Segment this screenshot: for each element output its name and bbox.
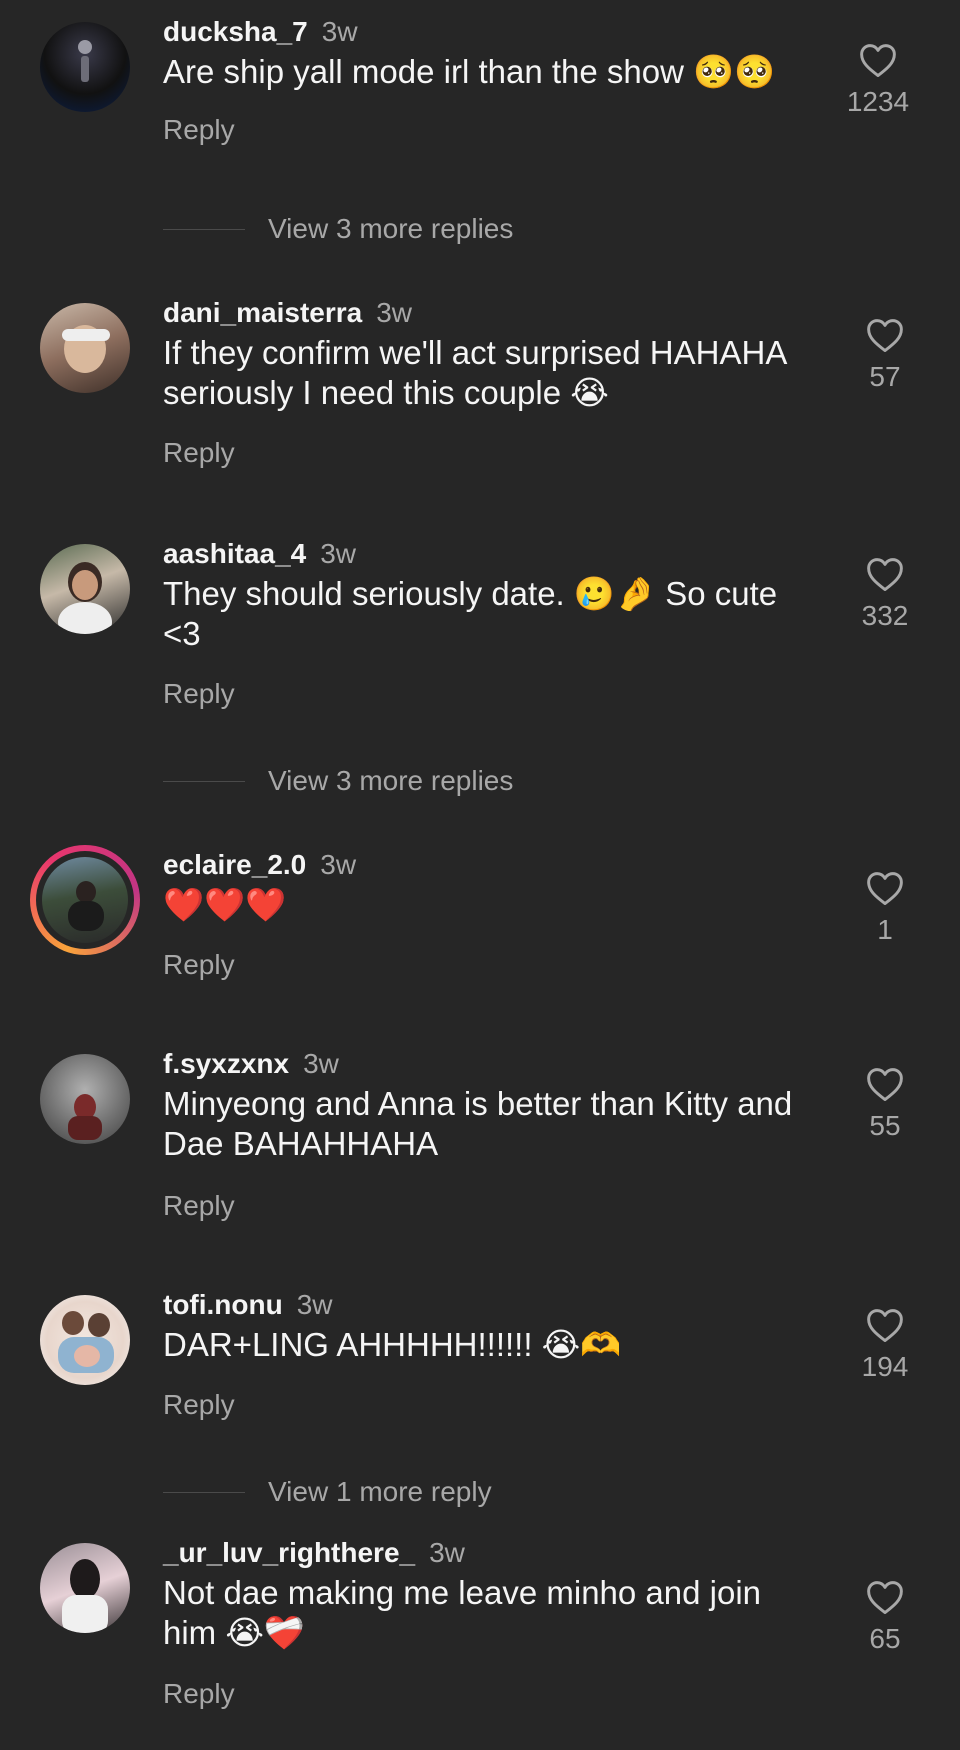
comment-time: 3w bbox=[320, 849, 357, 880]
comment-header: dani_maisterra 3w bbox=[163, 293, 412, 333]
username[interactable]: ducksha_7 bbox=[163, 16, 308, 47]
comment-item: ducksha_7 3w Are ship yall mode irl than … bbox=[0, 16, 960, 182]
avatar[interactable] bbox=[40, 303, 130, 393]
view-replies-button[interactable]: View 1 more reply bbox=[163, 1472, 763, 1512]
comment-time: 3w bbox=[303, 1048, 339, 1079]
like-count: 55 bbox=[869, 1110, 901, 1141]
comment-text: They should seriously date. 🥲🤌 So cute <… bbox=[163, 575, 778, 652]
reply-button[interactable]: Reply bbox=[163, 1186, 235, 1226]
like-count: 57 bbox=[869, 361, 901, 392]
reply-button[interactable]: Reply bbox=[163, 945, 235, 985]
reply-button[interactable]: Reply bbox=[163, 110, 235, 150]
heart-outline-icon[interactable] bbox=[865, 556, 905, 592]
username[interactable]: dani_maisterra bbox=[163, 297, 362, 328]
heart-outline-icon[interactable] bbox=[865, 870, 905, 906]
divider bbox=[163, 229, 245, 230]
reply-button[interactable]: Reply bbox=[163, 433, 235, 473]
avatar[interactable] bbox=[40, 544, 130, 634]
like-count: 65 bbox=[869, 1623, 901, 1654]
username[interactable]: eclaire_2.0 bbox=[163, 849, 306, 880]
reply-button[interactable]: Reply bbox=[163, 674, 235, 714]
comment-header: tofi.nonu 3w bbox=[163, 1285, 333, 1325]
divider bbox=[163, 781, 245, 782]
comment-text: Not dae making me leave minho and join h… bbox=[163, 1574, 762, 1651]
comment-header: ducksha_7 3w bbox=[163, 12, 358, 52]
avatar[interactable] bbox=[40, 1054, 130, 1144]
comment-text: If they confirm we'll act surprised HAHA… bbox=[163, 334, 786, 411]
comment-text: Minyeong and Anna is better than Kitty a… bbox=[163, 1085, 793, 1162]
like-control[interactable]: 194 bbox=[835, 1307, 935, 1387]
like-count: 332 bbox=[861, 600, 909, 631]
comment-text: ❤️❤️❤️ bbox=[163, 886, 287, 923]
comment-time: 3w bbox=[429, 1537, 465, 1568]
like-control[interactable]: 1234 bbox=[828, 42, 928, 122]
comment-text: DAR+LING AHHHHH!!!!!! 😭🫶 bbox=[163, 1326, 622, 1363]
view-replies-label[interactable]: View 1 more reply bbox=[268, 1472, 492, 1512]
view-replies-button[interactable]: View 3 more replies bbox=[163, 761, 763, 801]
comment-time: 3w bbox=[376, 297, 413, 328]
comment-item: tofi.nonu 3w DAR+LING AHHHHH!!!!!! 😭🫶 Rep… bbox=[0, 1289, 960, 1435]
heart-outline-icon[interactable] bbox=[865, 1579, 905, 1615]
avatar-image bbox=[42, 857, 128, 943]
comment-time: 3w bbox=[320, 538, 357, 569]
heart-outline-icon[interactable] bbox=[865, 1307, 905, 1343]
view-replies-button[interactable]: View 3 more replies bbox=[163, 209, 763, 249]
comment-item: aashitaa_4 3w They should seriously date.… bbox=[0, 538, 960, 724]
like-control[interactable]: 55 bbox=[835, 1066, 935, 1146]
comment-item: _ur_luv_righthere_ 3w Not dae making me l… bbox=[0, 1537, 960, 1743]
like-count: 1234 bbox=[846, 86, 910, 117]
avatar[interactable] bbox=[30, 845, 140, 955]
comment-header: f.syxzxnx 3w bbox=[163, 1044, 339, 1084]
comment-item: dani_maisterra 3w If they confirm we'll a… bbox=[0, 297, 960, 483]
like-control[interactable]: 1 bbox=[835, 870, 935, 950]
avatar[interactable] bbox=[40, 22, 130, 112]
username[interactable]: aashitaa_4 bbox=[163, 538, 306, 569]
like-control[interactable]: 65 bbox=[835, 1579, 935, 1659]
username[interactable]: f.syxzxnx bbox=[163, 1048, 289, 1079]
heart-outline-icon[interactable] bbox=[865, 1066, 905, 1102]
comment-time: 3w bbox=[321, 16, 358, 47]
username[interactable]: _ur_luv_righthere_ bbox=[163, 1537, 415, 1568]
like-control[interactable]: 332 bbox=[835, 556, 935, 636]
comment-header: aashitaa_4 3w bbox=[163, 534, 356, 574]
comment-text: Are ship yall mode irl than the show 🥺🥺 bbox=[163, 53, 776, 90]
comment-header: eclaire_2.0 3w bbox=[163, 845, 356, 885]
like-control[interactable]: 57 bbox=[835, 317, 935, 397]
view-replies-label[interactable]: View 3 more replies bbox=[268, 209, 513, 249]
comment-item: f.syxzxnx 3w Minyeong and Anna is better … bbox=[0, 1048, 960, 1234]
username[interactable]: tofi.nonu bbox=[163, 1289, 283, 1320]
avatar[interactable] bbox=[40, 1295, 130, 1385]
reply-button[interactable]: Reply bbox=[163, 1674, 235, 1714]
heart-outline-icon[interactable] bbox=[865, 317, 905, 353]
comment-header: _ur_luv_righthere_ 3w bbox=[163, 1533, 465, 1573]
avatar[interactable] bbox=[40, 1543, 130, 1633]
divider bbox=[163, 1492, 245, 1493]
heart-outline-icon[interactable] bbox=[858, 42, 898, 78]
like-count: 1 bbox=[877, 914, 893, 945]
comment-item: eclaire_2.0 3w ❤️❤️❤️ Reply 1 bbox=[0, 845, 960, 995]
comment-time: 3w bbox=[296, 1289, 333, 1320]
like-count: 194 bbox=[861, 1351, 909, 1382]
reply-button[interactable]: Reply bbox=[163, 1385, 235, 1425]
view-replies-label[interactable]: View 3 more replies bbox=[268, 761, 513, 801]
